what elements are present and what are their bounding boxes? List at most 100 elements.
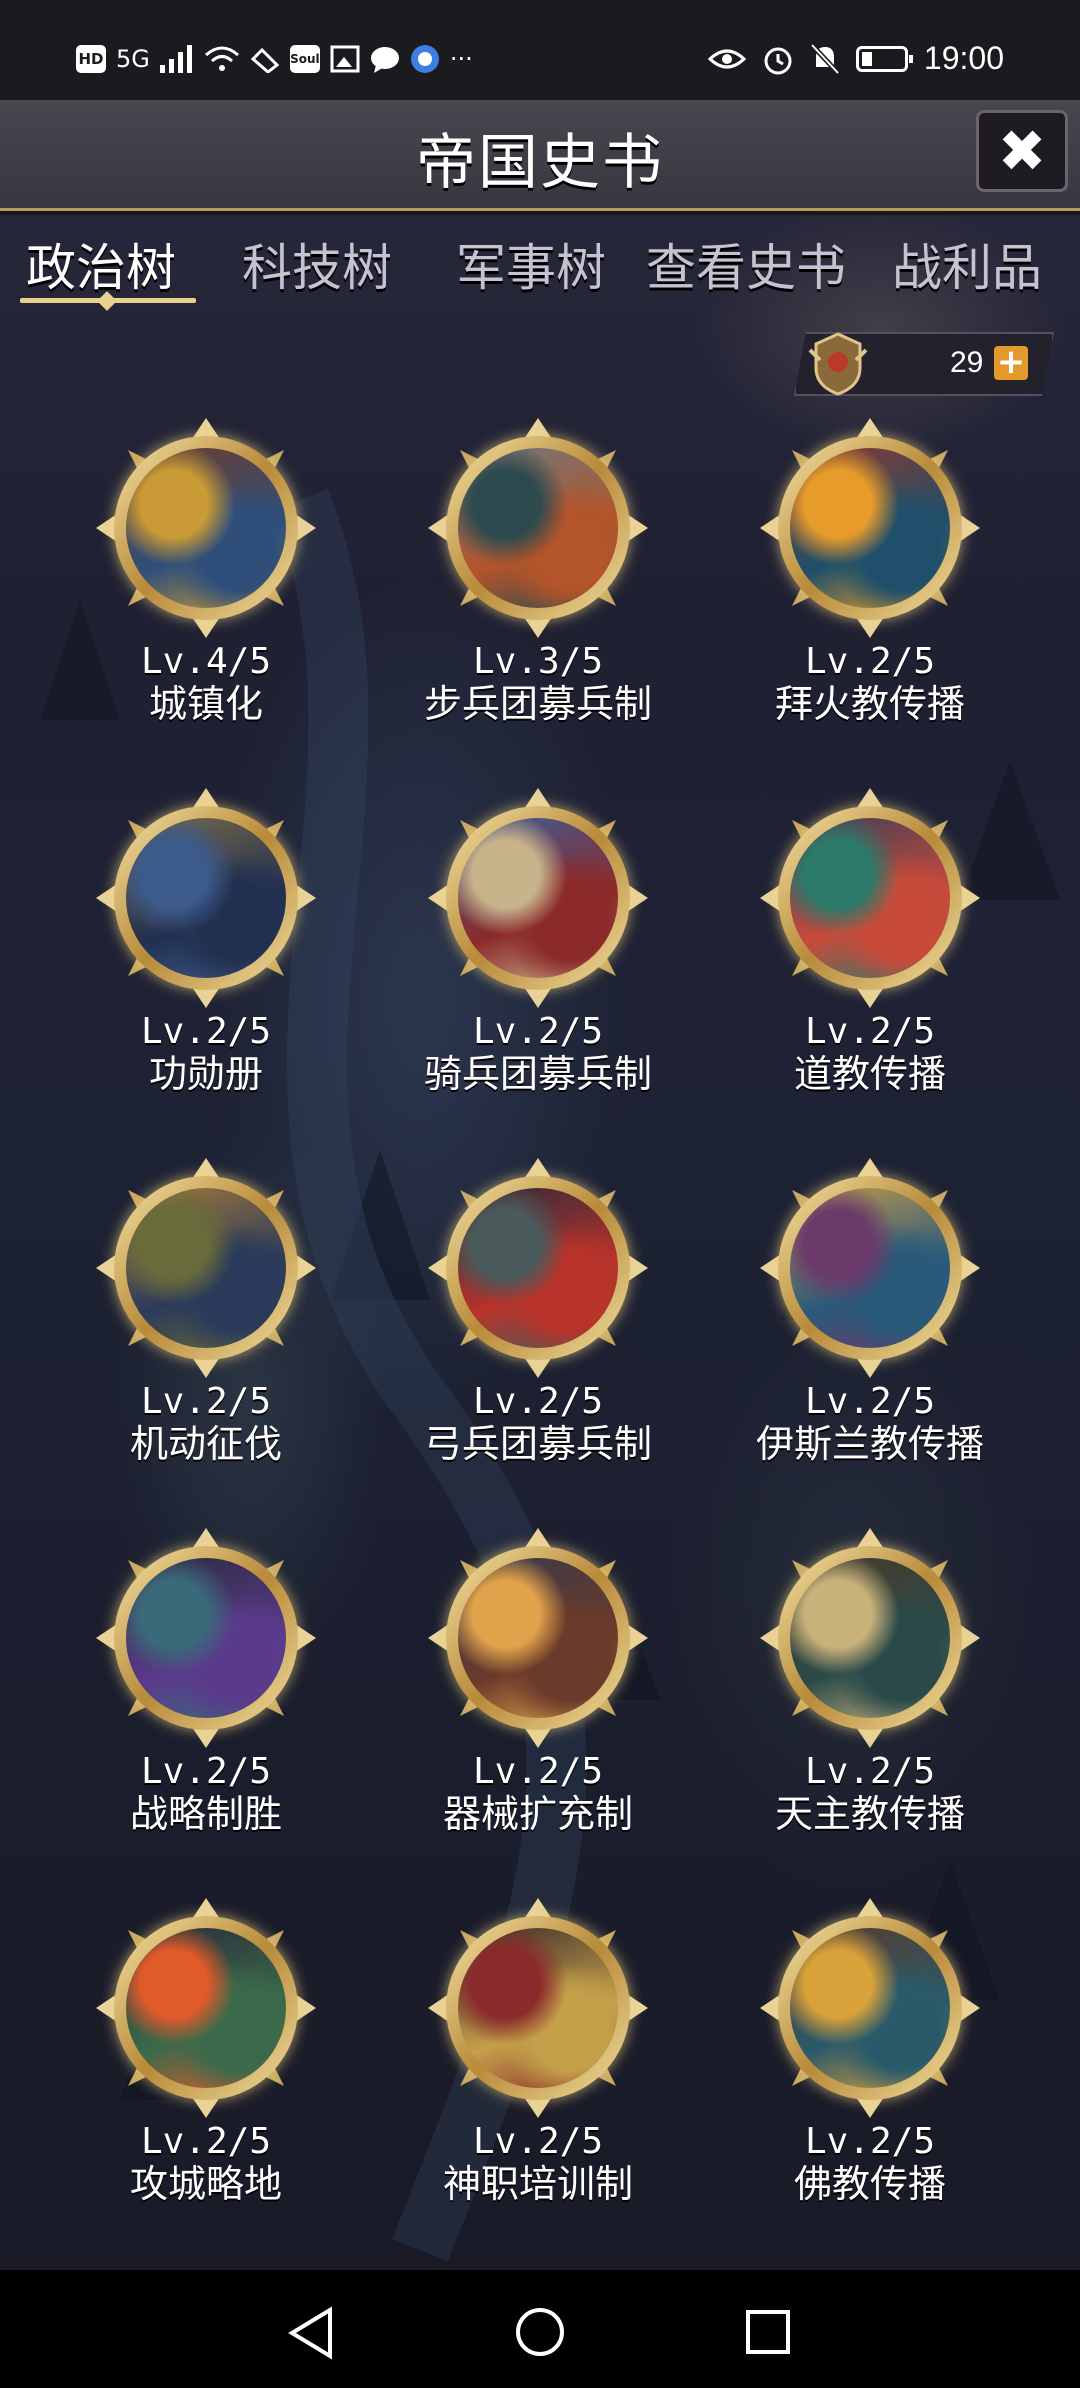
tech-name: 城镇化 [148, 682, 263, 726]
tech-artwork [458, 1558, 618, 1718]
chat-icon [370, 47, 399, 73]
tech-artwork [458, 1928, 618, 2088]
tech-medal[interactable] [428, 418, 648, 638]
back-icon[interactable] [286, 2306, 336, 2360]
tech-medal[interactable] [760, 788, 980, 1008]
tech-medal[interactable] [428, 1898, 648, 2118]
tech-level: Lv.3/5 [472, 641, 604, 682]
mute-icon [810, 42, 840, 75]
tech-name: 佛教传播 [793, 2162, 946, 2206]
tech-medal[interactable] [96, 1528, 316, 1748]
tech-item[interactable]: Lv.2/5 器械扩充制 [388, 1528, 688, 1836]
tech-item[interactable]: Lv.2/5 拜火教传播 [720, 418, 1020, 726]
close-button[interactable]: ✖ [976, 110, 1068, 192]
tech-level: Lv.2/5 [140, 1381, 272, 1422]
battery-icon [855, 45, 913, 72]
tech-name: 伊斯兰教传播 [755, 1422, 984, 1466]
tech-artwork [126, 1928, 286, 2088]
tech-item[interactable]: Lv.2/5 佛教传播 [720, 1898, 1020, 2206]
tech-level: Lv.2/5 [804, 1751, 936, 1792]
tab-bar: 政治树 科技树 军事树 查看史书 战利品 [0, 228, 1080, 328]
tech-name: 道教传播 [793, 1052, 946, 1096]
tech-name: 天主教传播 [774, 1792, 965, 1836]
tech-name: 步兵团募兵制 [423, 682, 652, 726]
currency-value: 29 [950, 346, 984, 379]
tech-item[interactable]: Lv.2/5 伊斯兰教传播 [720, 1158, 1020, 1466]
crest-icon [808, 332, 868, 396]
alarm-icon [764, 47, 792, 74]
tab-view-history[interactable]: 查看史书 [646, 228, 846, 300]
tech-item[interactable]: Lv.2/5 战略制胜 [56, 1528, 356, 1836]
tech-level: Lv.2/5 [804, 641, 936, 682]
tech-artwork [458, 818, 618, 978]
more-notifications-icon: ··· [449, 45, 473, 73]
browser-icon [410, 45, 439, 73]
tech-item[interactable]: Lv.2/5 攻城略地 [56, 1898, 356, 2206]
system-nav-bar [0, 2270, 1080, 2388]
tech-artwork [790, 1928, 950, 2088]
tech-level: Lv.2/5 [140, 1751, 272, 1792]
image-icon [330, 45, 360, 73]
tech-medal[interactable] [760, 1158, 980, 1378]
tech-level: Lv.4/5 [140, 641, 272, 682]
tab-military[interactable]: 军事树 [456, 228, 606, 300]
tech-level: Lv.2/5 [804, 1011, 936, 1052]
tech-name: 功勋册 [148, 1052, 263, 1096]
home-icon[interactable] [514, 2306, 566, 2358]
tech-level: Lv.2/5 [804, 2121, 936, 2162]
tab-loot[interactable]: 战利品 [892, 228, 1042, 300]
tech-artwork [458, 448, 618, 608]
tech-medal[interactable] [760, 1528, 980, 1748]
tech-item[interactable]: Lv.2/5 骑兵团募兵制 [388, 788, 688, 1096]
tech-level: Lv.2/5 [472, 1381, 604, 1422]
tech-item[interactable]: Lv.4/5 城镇化 [56, 418, 356, 726]
tech-name: 弓兵团募兵制 [423, 1422, 652, 1466]
tech-medal[interactable] [96, 418, 316, 638]
tech-item[interactable]: Lv.2/5 机动征伐 [56, 1158, 356, 1466]
active-tab-indicator [20, 298, 196, 303]
tech-item[interactable]: Lv.2/5 天主教传播 [720, 1528, 1020, 1836]
tech-item[interactable]: Lv.2/5 弓兵团募兵制 [388, 1158, 688, 1466]
tech-item[interactable]: Lv.2/5 功勋册 [56, 788, 356, 1096]
signal-icon [159, 45, 192, 73]
tech-name: 战略制胜 [129, 1792, 282, 1836]
tech-medal[interactable] [96, 1898, 316, 2118]
tech-name: 机动征伐 [129, 1422, 282, 1466]
tech-medal[interactable] [428, 788, 648, 1008]
page-title: 帝国史书 [416, 128, 664, 198]
soul-app-icon: Soul [289, 45, 320, 73]
status-bar: HD 5G Soul ··· 19:00 [0, 0, 1080, 100]
tech-artwork [790, 1188, 950, 1348]
tech-artwork [790, 1558, 950, 1718]
tech-item[interactable]: Lv.2/5 道教传播 [720, 788, 1020, 1096]
tech-level: Lv.2/5 [472, 1011, 604, 1052]
tab-politics[interactable]: 政治树 [26, 228, 176, 300]
tech-medal[interactable] [96, 788, 316, 1008]
tech-artwork [126, 1558, 286, 1718]
tech-medal[interactable] [760, 418, 980, 638]
recents-icon[interactable] [744, 2308, 792, 2356]
tab-technology[interactable]: 科技树 [242, 228, 392, 300]
tech-artwork [790, 448, 950, 608]
network-5g-icon: 5G [116, 45, 150, 73]
tech-artwork [126, 818, 286, 978]
tech-medal[interactable] [428, 1528, 648, 1748]
tech-medal[interactable] [428, 1158, 648, 1378]
tech-artwork [458, 1188, 618, 1348]
hd-icon: HD [76, 45, 106, 73]
tech-medal[interactable] [760, 1898, 980, 2118]
tech-level: Lv.2/5 [472, 2121, 604, 2162]
tech-artwork [126, 448, 286, 608]
close-icon: ✖ [997, 117, 1047, 185]
header-bar: 帝国史书 ✖ [0, 100, 1080, 211]
tech-level: Lv.2/5 [140, 2121, 272, 2162]
tech-name: 骑兵团募兵制 [423, 1052, 652, 1096]
tech-medal[interactable] [96, 1158, 316, 1378]
tech-item[interactable]: Lv.2/5 神职培训制 [388, 1898, 688, 2206]
eye-icon [707, 49, 746, 68]
add-currency-button[interactable]: + [994, 345, 1028, 380]
tech-name: 攻城略地 [129, 2162, 282, 2206]
tech-level: Lv.2/5 [472, 1751, 604, 1792]
tech-item[interactable]: Lv.3/5 步兵团募兵制 [388, 418, 688, 726]
tech-name: 神职培训制 [442, 2162, 633, 2206]
